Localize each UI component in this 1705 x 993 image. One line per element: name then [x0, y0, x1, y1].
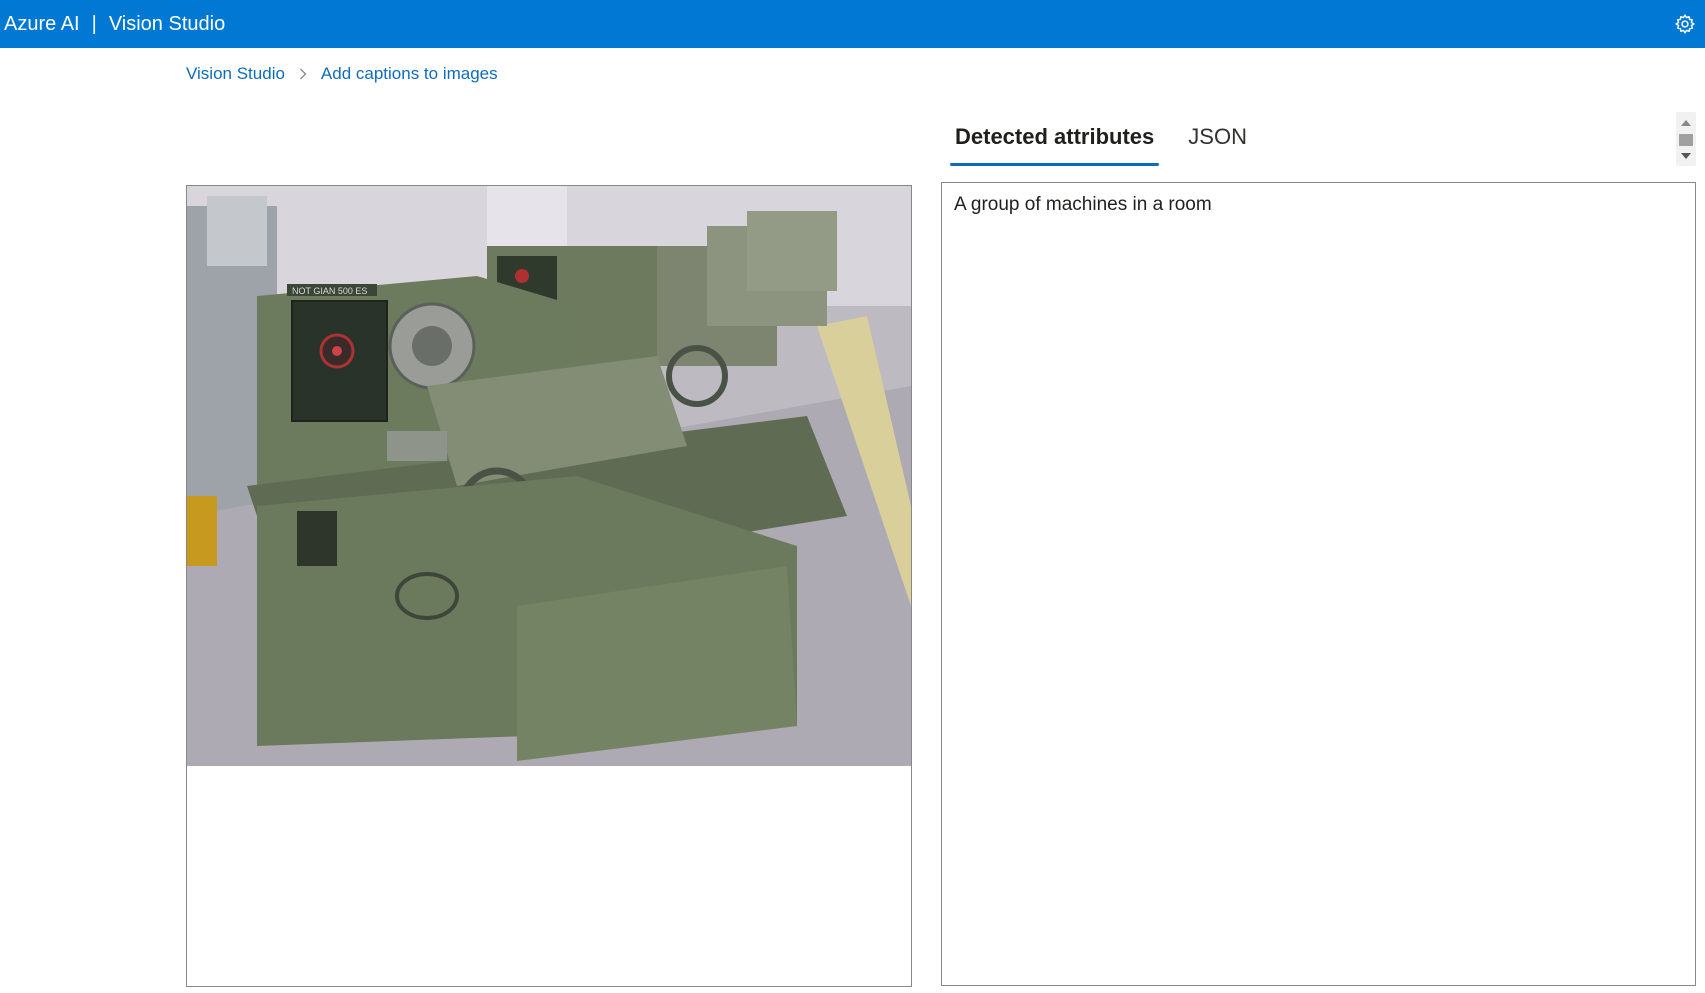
caption-text: A group of machines in a room: [954, 194, 1212, 215]
image-preview-panel: NOT GIAN 500 ES: [186, 185, 912, 987]
tab-detected-attributes[interactable]: Detected attributes: [950, 118, 1160, 166]
detected-attributes-panel: A group of machines in a room: [941, 182, 1696, 986]
scroll-up-icon[interactable]: [1681, 120, 1691, 126]
tab-json[interactable]: JSON: [1183, 118, 1252, 166]
uploaded-image: NOT GIAN 500 ES: [187, 186, 911, 766]
tabs-scrollbar[interactable]: [1676, 112, 1696, 166]
product-name: Vision Studio: [108, 12, 226, 35]
breadcrumb-vision-studio[interactable]: Vision Studio: [186, 64, 285, 84]
gear-icon[interactable]: [1673, 12, 1697, 36]
scroll-down-icon[interactable]: [1681, 153, 1691, 159]
scroll-thumb[interactable]: [1679, 134, 1693, 146]
machine-label-text: NOT GIAN 500 ES: [292, 286, 367, 296]
result-tabs: Detected attributes JSON: [950, 118, 1252, 168]
lathe-photo-illustration: NOT GIAN 500 ES: [187, 186, 911, 766]
breadcrumb: Vision Studio Add captions to images: [186, 62, 498, 86]
chevron-right-icon: [292, 67, 314, 81]
breadcrumb-add-captions[interactable]: Add captions to images: [321, 64, 498, 84]
title-separator: |: [91, 12, 97, 35]
top-app-bar: Azure AI | Vision Studio: [0, 0, 1705, 48]
brand-name: Azure AI: [4, 12, 80, 35]
